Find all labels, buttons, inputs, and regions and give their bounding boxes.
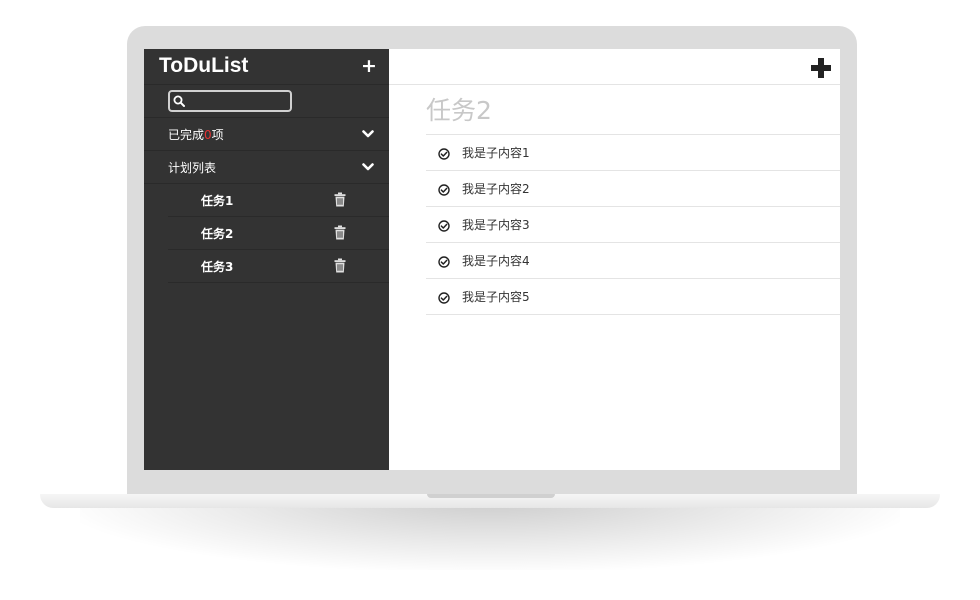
completed-prefix: 已完成 — [168, 128, 205, 142]
task-label: 任务2 — [201, 227, 234, 241]
list-item[interactable]: 我是子内容2 — [426, 171, 840, 207]
search-input[interactable] — [188, 93, 286, 109]
plan-list-label: 计划列表 — [168, 161, 217, 175]
plus-icon[interactable] — [810, 57, 832, 79]
list-item[interactable]: 我是子内容3 — [426, 207, 840, 243]
completed-label: 已完成0项 — [168, 126, 224, 143]
search-bar — [144, 85, 389, 118]
chevron-down-icon[interactable] — [362, 129, 374, 139]
task-label: 任务3 — [201, 260, 234, 274]
check-circle-icon[interactable] — [438, 148, 450, 160]
completed-section[interactable]: 已完成0项 — [144, 118, 389, 151]
task-label: 任务1 — [201, 194, 234, 208]
main-topbar — [389, 49, 840, 85]
app-screen: ToDuList + 已完成0项 计划列表 任务1 任务2 任务3 任务2 我是… — [144, 49, 840, 470]
task-title: 任务2 — [426, 96, 492, 125]
completed-suffix: 项 — [211, 128, 224, 142]
list-item[interactable]: 我是子内容4 — [426, 243, 840, 279]
laptop-shadow — [80, 500, 900, 570]
item-label: 我是子内容4 — [462, 254, 530, 268]
completed-count: 0 — [204, 128, 212, 142]
item-label: 我是子内容1 — [462, 146, 530, 160]
task-item[interactable]: 任务3 — [168, 250, 389, 283]
sidebar-header: ToDuList + — [144, 49, 389, 85]
laptop-mockup: ToDuList + 已完成0项 计划列表 任务1 任务2 任务3 任务2 我是… — [0, 0, 980, 600]
trash-icon[interactable] — [334, 192, 346, 207]
item-label: 我是子内容2 — [462, 182, 530, 196]
check-circle-icon[interactable] — [438, 256, 450, 268]
task-item[interactable]: 任务2 — [168, 217, 389, 250]
trash-icon[interactable] — [334, 225, 346, 240]
item-label: 我是子内容5 — [462, 290, 530, 304]
add-list-button[interactable]: + — [359, 56, 379, 76]
main-panel: 任务2 我是子内容1 我是子内容2 我是子内容3 我是子内容4 我是子内容5 — [389, 49, 840, 470]
plan-list-section[interactable]: 计划列表 — [144, 151, 389, 184]
sub-item-list: 我是子内容1 我是子内容2 我是子内容3 我是子内容4 我是子内容5 — [426, 134, 840, 315]
search-icon — [173, 95, 185, 107]
task-item[interactable]: 任务1 — [168, 184, 389, 217]
list-item[interactable]: 我是子内容5 — [426, 279, 840, 315]
check-circle-icon[interactable] — [438, 292, 450, 304]
trash-icon[interactable] — [334, 258, 346, 273]
search-box[interactable] — [168, 90, 292, 112]
chevron-down-icon[interactable] — [362, 162, 374, 172]
check-circle-icon[interactable] — [438, 220, 450, 232]
list-item[interactable]: 我是子内容1 — [426, 135, 840, 171]
sidebar: ToDuList + 已完成0项 计划列表 任务1 任务2 任务3 — [144, 49, 389, 470]
check-circle-icon[interactable] — [438, 184, 450, 196]
item-label: 我是子内容3 — [462, 218, 530, 232]
laptop-notch — [427, 494, 555, 498]
app-title: ToDuList — [159, 54, 249, 77]
